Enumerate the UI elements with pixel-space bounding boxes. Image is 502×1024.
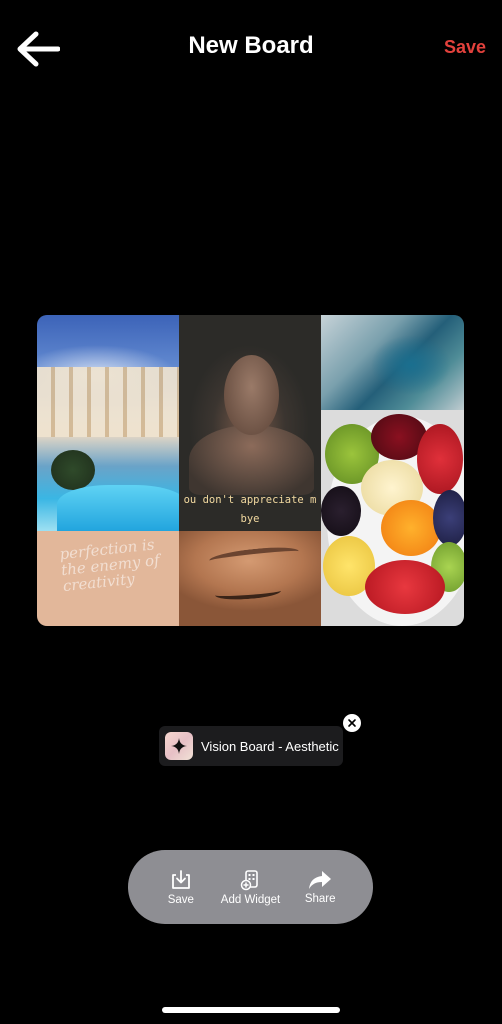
save-button[interactable]: Save <box>444 37 486 58</box>
fruit-platter-photo <box>321 410 464 626</box>
raspberries <box>365 560 445 614</box>
share-arrow-icon <box>309 870 332 889</box>
download-icon <box>171 869 190 889</box>
add-widget-button[interactable]: Add Widget <box>216 869 286 906</box>
remove-widget-button[interactable] <box>343 714 361 732</box>
woman-head <box>224 355 279 435</box>
closed-eye-photo <box>179 531 321 626</box>
widget-thumbnail <box>165 732 193 760</box>
luxury-house-photo <box>37 315 179 531</box>
house-building <box>37 367 179 437</box>
header: New Board Save <box>0 0 502 98</box>
page-title: New Board <box>188 32 314 59</box>
share-button[interactable]: Share <box>285 870 355 905</box>
palm-tree <box>51 450 95 490</box>
pool <box>57 485 179 531</box>
eyebrow <box>208 544 300 568</box>
bottom-action-bar: Save Add Widget Share <box>128 850 373 924</box>
widget-chip[interactable]: Vision Board - Aesthetic <box>159 726 343 766</box>
oranges <box>381 500 441 556</box>
add-widget-icon <box>240 869 258 890</box>
caption-line-1: ou don't appreciate m <box>183 494 317 506</box>
caption-line-2: bye <box>240 513 260 525</box>
blueberries <box>433 490 464 546</box>
add-widget-label: Add Widget <box>220 893 281 906</box>
save-action-button[interactable]: Save <box>146 869 216 906</box>
save-action-label: Save <box>167 893 194 906</box>
close-icon <box>348 719 356 727</box>
photo-caption: ou don't appreciate m bye <box>179 491 321 529</box>
woman-in-water-photo: ou don't appreciate m bye <box>179 315 321 531</box>
handwritten-quote-photo: perfection is the enemy of creativity <box>37 531 179 626</box>
strawberries <box>417 424 463 494</box>
blackberries <box>321 486 361 536</box>
eyelid <box>214 584 282 602</box>
sparkle-icon <box>171 738 187 754</box>
home-indicator[interactable] <box>162 1007 340 1013</box>
sea-cave-photo <box>321 315 464 410</box>
share-label: Share <box>304 892 336 905</box>
handwritten-quote: perfection is the enemy of creativity <box>58 535 161 596</box>
screen: New Board Save ou don't appreciate m bye <box>0 0 502 1024</box>
widget-chip-label: Vision Board - Aesthetic <box>201 738 339 754</box>
vision-board-collage[interactable]: ou don't appreciate m bye perfection is … <box>37 315 464 626</box>
woman-shoulders <box>189 425 314 495</box>
